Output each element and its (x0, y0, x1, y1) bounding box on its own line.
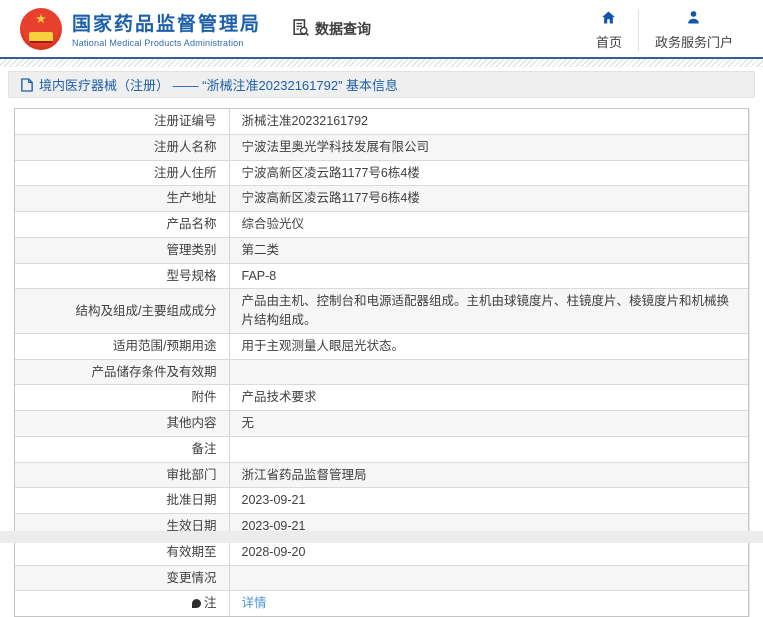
table-row: 注册人名称 宁波法里奥光学科技发展有限公司 (15, 134, 748, 161)
data-query-nav[interactable]: 数据查询 (291, 18, 371, 40)
nav-item-gov-portal[interactable]: 政务服务门户 (637, 9, 749, 51)
table-row: 型号规格 FAP-8 (15, 263, 748, 290)
brand-subtitle: National Medical Products Administration (72, 38, 244, 48)
row-value (229, 436, 748, 463)
row-label: 注册人名称 (15, 134, 230, 161)
row-value: 浙械注准20232161792 (229, 109, 748, 135)
top-nav: 首页 政务服务门户 (580, 9, 749, 51)
row-label: 适用范围/预期用途 (15, 333, 230, 360)
nav-item-gov-portal-label: 政务服务门户 (654, 35, 733, 50)
nmpa-logo-icon (20, 7, 62, 50)
row-value: 用于主观测量人眼屈光状态。 (229, 333, 748, 360)
row-label: 审批部门 (15, 462, 230, 489)
row-label: 管理类别 (15, 237, 230, 264)
table-row: 结构及组成/主要组成成分 产品由主机、控制台和电源适配器组成。主机由球镜度片、柱镜… (15, 288, 748, 334)
row-value: 综合验光仪 (229, 211, 748, 238)
table-row: 注册人住所 宁波高新区凌云路1177号6栋4楼 (15, 160, 748, 187)
row-label: 注 (15, 590, 230, 616)
row-label: 变更情况 (15, 565, 230, 592)
breadcrumb: 境内医疗器械（注册） —— “浙械注准20232161792” 基本信息 (8, 71, 755, 98)
table-row: 变更情况 (15, 565, 748, 592)
row-value: 宁波高新区凌云路1177号6栋4楼 (229, 160, 748, 187)
row-value: 2023-09-21 (229, 487, 748, 514)
row-label: 产品储存条件及有效期 (15, 359, 230, 386)
table-row: 附件 产品技术要求 (15, 384, 748, 411)
person-icon (655, 9, 733, 27)
row-label: 有效期至 (15, 539, 230, 566)
table-row: 注详情 (15, 590, 748, 616)
row-value: 浙江省药品监督管理局 (229, 462, 748, 489)
row-value: 详情 (229, 591, 748, 616)
table-row: 批准日期 2023-09-21 (15, 487, 748, 514)
table-row: 其他内容无 (15, 410, 748, 437)
row-value: FAP-8 (229, 263, 748, 290)
row-label: 结构及组成/主要组成成分 (15, 288, 230, 334)
row-label: 型号规格 (15, 263, 230, 290)
brand-title: 国家药品监督管理局 (72, 14, 262, 35)
row-value (229, 565, 748, 592)
table-row: 备注 (15, 436, 748, 463)
row-value: 产品技术要求 (229, 384, 748, 411)
row-label: 批准日期 (15, 487, 230, 514)
hatch-pattern-band (0, 59, 763, 67)
table-row: 有效期至 2028-09-20 (15, 539, 748, 566)
data-query-icon (291, 18, 310, 40)
home-icon (596, 9, 622, 27)
table-row: 产品储存条件及有效期 (15, 359, 748, 386)
data-query-label: 数据查询 (315, 20, 372, 37)
row-value: 宁波法里奥光学科技发展有限公司 (229, 134, 748, 161)
comment-icon (191, 599, 201, 609)
row-value: 宁波高新区凌云路1177号6栋4楼 (229, 185, 748, 212)
table-row: 适用范围/预期用途 用于主观测量人眼屈光状态。 (15, 333, 748, 360)
table-row: 审批部门 浙江省药品监督管理局 (15, 462, 748, 489)
nav-item-home-label: 首页 (595, 35, 622, 50)
table-row: 管理类别 第二类 (15, 237, 748, 264)
table-row: 注册证编号 浙械注准20232161792 (15, 109, 748, 135)
nav-item-home[interactable]: 首页 (580, 9, 638, 51)
row-label: 附件 (15, 384, 230, 411)
row-label: 其他内容 (15, 410, 230, 437)
row-label: 生产地址 (15, 185, 230, 212)
row-label: 注册证编号 (15, 109, 230, 135)
row-value: 无 (229, 410, 748, 437)
document-icon (21, 77, 33, 92)
row-label: 注册人住所 (15, 160, 230, 187)
footer-strip (0, 531, 763, 543)
breadcrumb-text: 境内医疗器械（注册） —— “浙械注准20232161792” 基本信息 (39, 78, 399, 93)
row-label: 产品名称 (15, 211, 230, 238)
row-value: 2028-09-20 (229, 539, 748, 566)
row-value (229, 359, 748, 386)
row-value: 第二类 (229, 237, 748, 264)
page-header: 国家药品监督管理局 National Medical Products Admi… (0, 0, 763, 57)
detail-link[interactable]: 详情 (242, 596, 267, 610)
table-row: 生产地址 宁波高新区凌云路1177号6栋4楼 (15, 185, 748, 212)
row-value: 产品由主机、控制台和电源适配器组成。主机由球镜度片、柱镜度片、棱镜度片和机械换片… (229, 288, 748, 334)
table-row: 产品名称 综合验光仪 (15, 211, 748, 238)
brand-block: 国家药品监督管理局 National Medical Products Admi… (72, 9, 261, 48)
row-label: 备注 (15, 436, 230, 463)
